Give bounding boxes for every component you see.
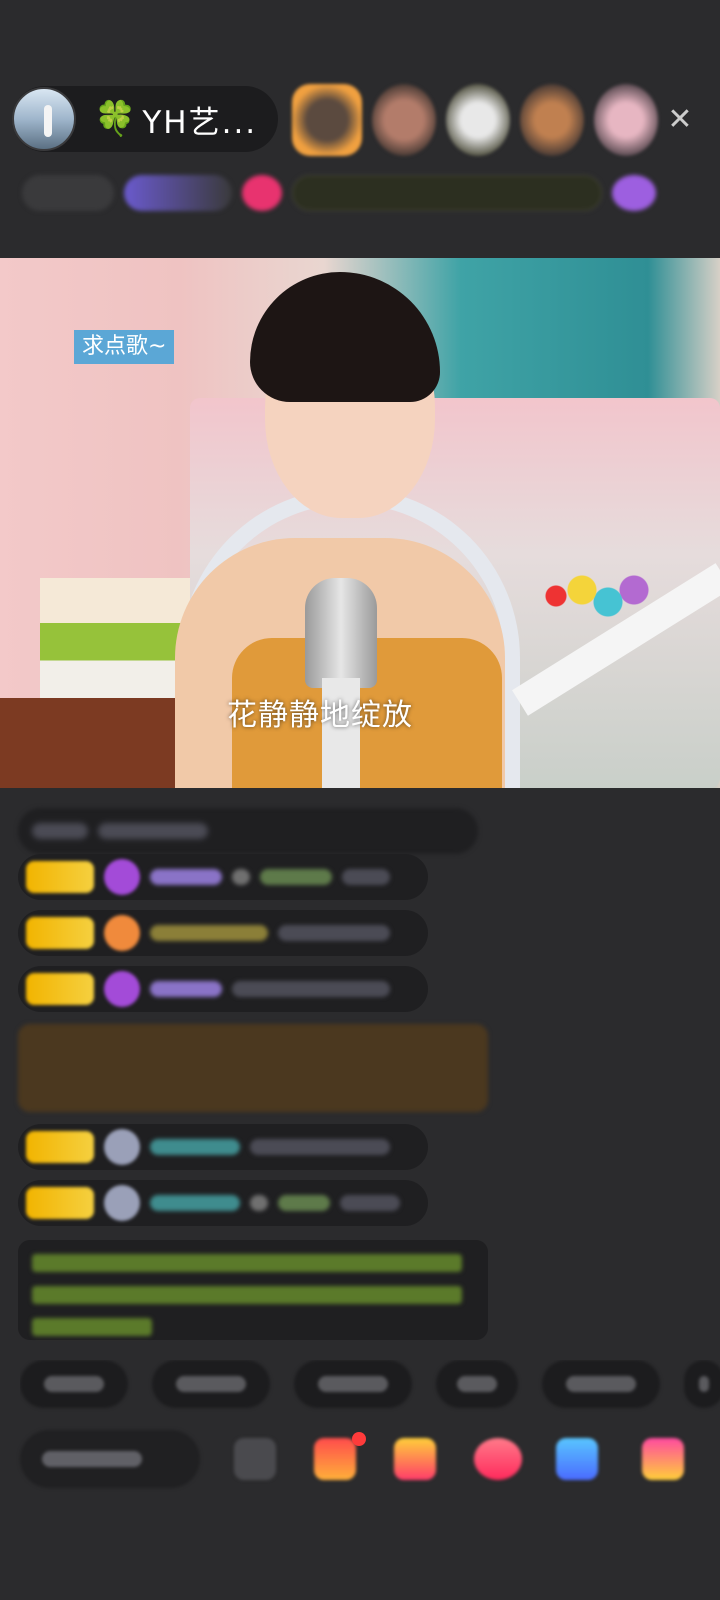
vip-icon[interactable] (612, 175, 656, 211)
viewer-avatar[interactable] (372, 84, 436, 156)
chat-message (18, 966, 428, 1012)
activity-banner[interactable] (292, 175, 602, 211)
viewer-avatar[interactable] (446, 84, 510, 156)
emoji-icon[interactable] (234, 1438, 276, 1480)
top-viewers-list (292, 84, 658, 156)
shell-icon (104, 915, 140, 951)
notification-dot (352, 1432, 366, 1446)
streamer-hair (250, 272, 440, 402)
chat-message (18, 1180, 428, 1226)
host-name-text: YH艺... (142, 104, 258, 141)
viewer-avatar[interactable] (594, 84, 658, 156)
popularity-badge[interactable] (124, 175, 232, 211)
level-badge (26, 917, 94, 949)
quick-reply-chip[interactable] (542, 1360, 660, 1408)
game-icon[interactable] (556, 1438, 598, 1480)
quick-reply-chip[interactable] (152, 1360, 270, 1408)
diamond-icon (104, 971, 140, 1007)
viewer-avatar[interactable] (520, 84, 584, 156)
fan-badge-icon (104, 1129, 140, 1165)
gift-box-icon[interactable] (314, 1438, 356, 1480)
host-avatar[interactable] (12, 87, 76, 151)
bottom-toolbar (0, 1430, 720, 1490)
badges-row (22, 170, 702, 216)
quick-reply-chip[interactable] (436, 1360, 518, 1408)
heart-gift-icon[interactable] (474, 1438, 522, 1480)
lyric-subtitle: 花静静地绽放 (227, 698, 413, 733)
level-badge (26, 1187, 94, 1219)
live-stream-screen: 🍀 YH艺... ✕ 求点歌~ 花静静地绽放 (0, 0, 720, 1600)
level-badge (26, 973, 94, 1005)
chat-message (18, 854, 428, 900)
chat-input[interactable] (20, 1430, 200, 1488)
highlighted-chat-message (18, 1024, 488, 1112)
level-badge (26, 861, 94, 893)
quick-reply-chips (20, 1360, 720, 1414)
chat-message (18, 910, 428, 956)
level-badge (26, 1131, 94, 1163)
quick-reply-chip[interactable] (294, 1360, 412, 1408)
fan-badge-icon[interactable] (242, 175, 282, 211)
rank-badge[interactable] (22, 175, 114, 211)
bag-icon[interactable] (394, 1438, 436, 1480)
diamond-icon (104, 859, 140, 895)
chat-message (18, 1124, 428, 1170)
chat-message (18, 808, 478, 854)
gift-icon[interactable] (642, 1438, 684, 1480)
host-name: 🍀 YH艺... (94, 97, 257, 142)
quick-reply-chip[interactable] (20, 1360, 128, 1408)
host-info-pill[interactable]: 🍀 YH艺... (12, 86, 278, 152)
system-notice (18, 1240, 488, 1340)
fan-badge-icon (104, 1185, 140, 1221)
viewer-avatar[interactable] (292, 84, 362, 156)
microphone (305, 578, 377, 688)
close-icon[interactable]: ✕ (660, 100, 700, 140)
song-request-label[interactable]: 求点歌~ (74, 330, 175, 364)
quick-reply-chip[interactable] (684, 1360, 720, 1408)
clover-icon: 🍀 (94, 99, 139, 139)
